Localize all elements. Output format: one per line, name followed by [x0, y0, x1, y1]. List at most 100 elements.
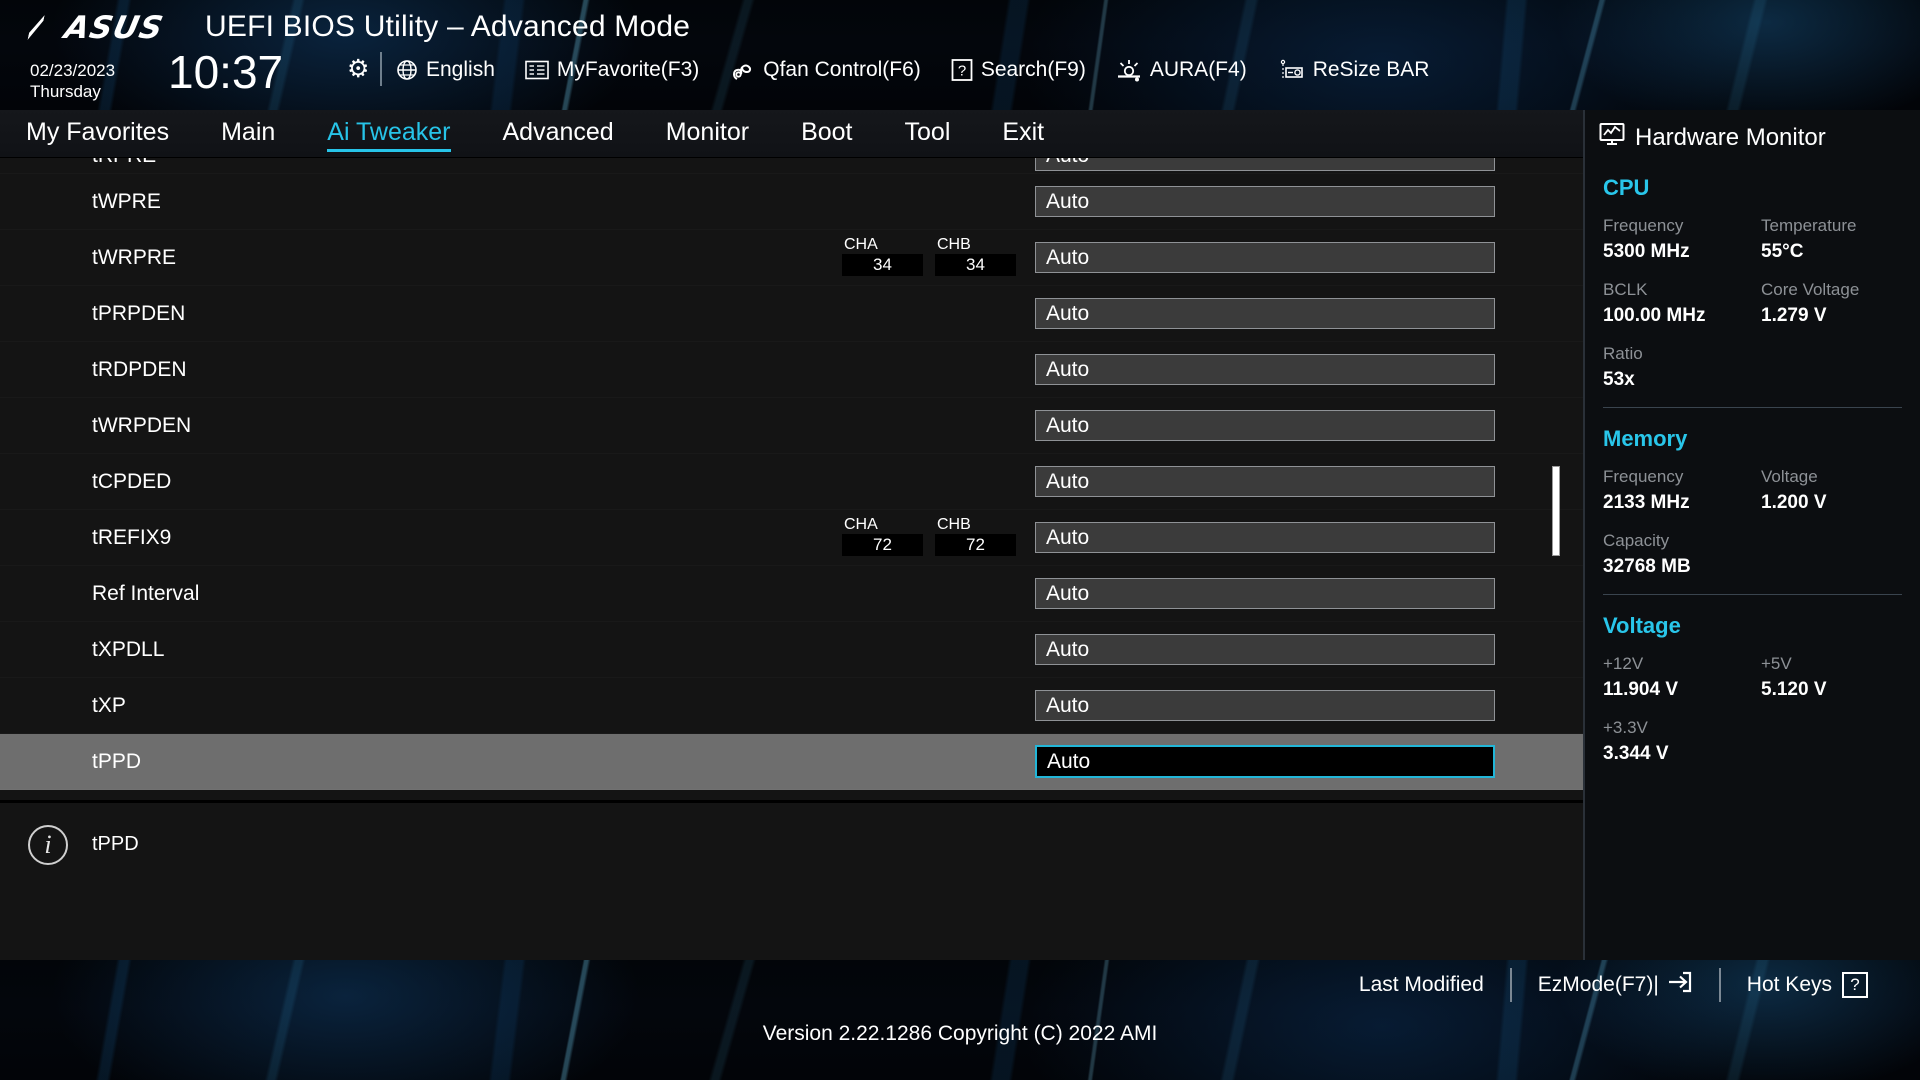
channel-b-value: 34	[935, 254, 1016, 276]
header-divider	[380, 52, 382, 86]
row-label: tWRPDEN	[92, 414, 191, 438]
tool-qfan-control[interactable]: Qfan Control(F6)	[729, 58, 921, 82]
ezmode-button[interactable]: EzMode(F7)|	[1512, 969, 1719, 1001]
navigation-tabs: My Favorites Main Ai Tweaker AdvancedMonito…	[0, 110, 1583, 158]
table-row[interactable]: tRPRE Auto	[0, 158, 1583, 174]
value-field[interactable]: Auto	[1035, 354, 1495, 385]
tab-exit[interactable]: Exit	[976, 110, 1070, 158]
row-label: Ref Interval	[92, 582, 199, 606]
value-field[interactable]: Auto	[1035, 745, 1495, 778]
tab-label: Main	[221, 118, 275, 150]
hw-divider	[1603, 407, 1902, 408]
hw-cell: BCLK100.00 MHz	[1603, 277, 1761, 329]
row-label: tRPRE	[92, 158, 156, 168]
hw-cell	[1761, 341, 1919, 393]
scrollbar-thumb[interactable]	[1552, 466, 1560, 556]
table-row[interactable]: tPRPDEN Auto	[0, 286, 1583, 342]
table-row[interactable]: tWRPDEN Auto	[0, 398, 1583, 454]
tool-resize-bar[interactable]: ReSize BAR	[1277, 58, 1430, 82]
monitor-icon	[1599, 122, 1625, 153]
channel-b-value: 72	[935, 534, 1016, 556]
tool-myfavorite[interactable]: MyFavorite(F3)	[525, 58, 699, 82]
hw-row: +12V11.904 V+5V5.120 V	[1585, 651, 1920, 703]
value-field[interactable]: Auto	[1035, 522, 1495, 553]
value-field[interactable]: Auto	[1035, 466, 1495, 497]
hw-metric-value: 100.00 MHz	[1603, 303, 1761, 329]
hw-metric-value: 1.279 V	[1761, 303, 1919, 329]
globe-icon	[396, 59, 418, 81]
tab-label: Exit	[1002, 118, 1044, 150]
tool-search[interactable]: ? Search(F9)	[951, 58, 1086, 82]
tab-advanced[interactable]: Advanced	[477, 110, 640, 158]
hw-metric-label: BCLK	[1603, 277, 1761, 303]
table-row[interactable]: tREFIX9CHA72CHB72Auto	[0, 510, 1583, 566]
table-row[interactable]: tXP Auto	[0, 678, 1583, 734]
tab-main[interactable]: Main	[195, 110, 301, 158]
hw-metric-label: Capacity	[1603, 528, 1761, 554]
hw-cell: +5V5.120 V	[1761, 651, 1919, 703]
table-row[interactable]: tCPDEDAuto	[0, 454, 1583, 510]
tab-ai-tweaker[interactable]: Ai Tweaker	[301, 110, 476, 158]
hw-row: Frequency2133 MHzVoltage1.200 V	[1585, 464, 1920, 516]
value-field[interactable]: Auto	[1035, 298, 1495, 329]
tab-tool[interactable]: Tool	[879, 110, 977, 158]
channel-a-label: CHA	[842, 516, 923, 534]
channel-b-label: CHB	[935, 236, 1016, 254]
tab-monitor[interactable]: Monitor	[640, 110, 775, 158]
value-field[interactable]: Auto	[1035, 410, 1495, 441]
tool-label: Search(F9)	[981, 58, 1086, 82]
bios-screen: ASUS UEFI BIOS Utility – Advanced Mode 0…	[0, 0, 1920, 1080]
svg-text:?: ?	[958, 63, 966, 80]
clock-display: 10:37	[168, 45, 283, 99]
settings-list[interactable]: tRPREAutotWPREAutotWRPRECHA34CHB34AutotP…	[0, 158, 1583, 800]
tool-label: AURA(F4)	[1150, 58, 1247, 82]
hw-metric-label: +5V	[1761, 651, 1919, 677]
weekday-value: Thursday	[30, 81, 115, 102]
ezmode-label: EzMode(F7)|	[1538, 973, 1659, 997]
version-text: Version 2.22.1286 Copyright (C) 2022 AMI	[0, 1022, 1920, 1046]
hardware-monitor-panel: Hardware Monitor CPUFrequency5300 MHzTem…	[1583, 110, 1920, 960]
tool-label: Qfan Control(F6)	[763, 58, 921, 82]
table-row[interactable]: tWPREAuto	[0, 174, 1583, 230]
channel-a-value: 72	[842, 534, 923, 556]
row-label: tRDPDEN	[92, 358, 187, 382]
table-row[interactable]: tXPDLLAuto	[0, 622, 1583, 678]
hw-cell: Temperature55°C	[1761, 213, 1919, 265]
tab-label: Ai Tweaker	[327, 118, 450, 150]
table-row[interactable]: tWRPRECHA34CHB34Auto	[0, 230, 1583, 286]
last-modified-button[interactable]: Last Modified	[1333, 973, 1510, 997]
header-toolbar: English MyFavorite(F3) Qfan Control(F6)	[396, 50, 1429, 90]
value-field[interactable]: Auto	[1035, 690, 1495, 721]
tab-label: Boot	[801, 118, 852, 150]
hardware-monitor-label: Hardware Monitor	[1635, 124, 1826, 152]
hotkeys-label: Hot Keys	[1747, 973, 1832, 997]
tool-english[interactable]: English	[396, 58, 495, 82]
hw-section-voltage: Voltage	[1585, 613, 1920, 639]
row-label: tXP	[92, 694, 126, 718]
table-row[interactable]: Ref Interval Auto	[0, 566, 1583, 622]
hotkeys-button[interactable]: Hot Keys ?	[1721, 972, 1894, 998]
row-label: tPRPDEN	[92, 302, 185, 326]
value-field[interactable]: Auto	[1035, 634, 1495, 665]
help-text: tPPD	[92, 833, 139, 856]
value-field[interactable]: Auto	[1035, 158, 1495, 171]
tab-boot[interactable]: Boot	[775, 110, 878, 158]
value-field[interactable]: Auto	[1035, 186, 1495, 217]
channel-a-box: CHA72	[842, 516, 923, 556]
table-row[interactable]: tPPDAuto	[0, 734, 1583, 790]
fan-icon	[729, 58, 755, 82]
row-label: tWRPRE	[92, 246, 176, 270]
channel-a-value: 34	[842, 254, 923, 276]
hw-section-memory: Memory	[1585, 426, 1920, 452]
table-row[interactable]: tRDPDEN Auto	[0, 342, 1583, 398]
tab-my-favorites[interactable]: My Favorites	[0, 110, 195, 158]
gear-icon[interactable]: ⚙	[347, 54, 369, 84]
value-field[interactable]: Auto	[1035, 242, 1495, 273]
tool-aura[interactable]: AURA(F4)	[1116, 58, 1247, 82]
scrollbar[interactable]	[1551, 158, 1561, 800]
hw-metric-label: Frequency	[1603, 213, 1761, 239]
value-field[interactable]: Auto	[1035, 578, 1495, 609]
hw-row: BCLK100.00 MHzCore Voltage1.279 V	[1585, 277, 1920, 329]
exit-arrow-icon	[1665, 969, 1693, 1001]
hw-metric-value: 32768 MB	[1603, 554, 1761, 580]
